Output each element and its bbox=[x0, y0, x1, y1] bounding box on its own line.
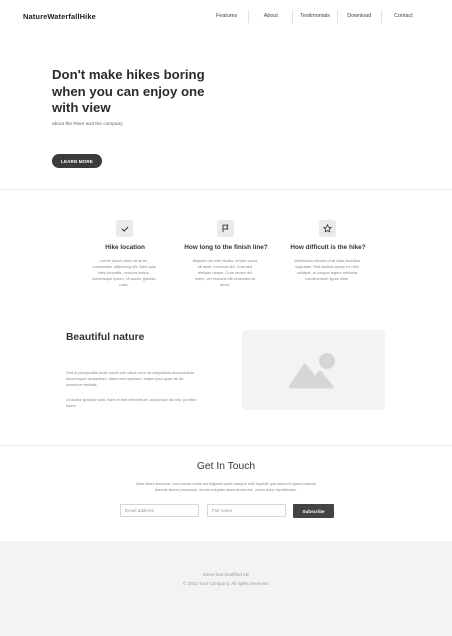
feature-title-location: Hike location bbox=[105, 244, 145, 251]
feature-title-duration: How long to the finish line? bbox=[184, 244, 268, 251]
nav-link-testimonials[interactable]: Testimonials bbox=[292, 10, 336, 23]
learn-more-button[interactable]: LEARN MORE bbox=[52, 154, 102, 168]
nature-title: Beautiful nature bbox=[66, 332, 145, 343]
nature-paragraph-2: Ut auctor gravida nulla. Nam et erat ele… bbox=[66, 397, 197, 408]
feature-text-difficulty: Vestibulum ultricies erat vitae faucibus… bbox=[294, 258, 360, 281]
email-field[interactable]: Email address bbox=[120, 504, 199, 517]
star-icon bbox=[319, 220, 336, 237]
nature-paragraph-1: Sed ut perspiciatis unde omnis iste natu… bbox=[66, 370, 195, 387]
subscribe-button[interactable]: Subscribe bbox=[293, 504, 334, 518]
check-icon bbox=[116, 220, 133, 237]
feature-title-difficulty: How difficult is the hike? bbox=[290, 244, 366, 251]
feature-text-location: Lorem ipsum dolor sit amet, consectetur … bbox=[92, 258, 156, 287]
name-field[interactable]: Full name bbox=[207, 504, 286, 517]
nav-link-download[interactable]: Download bbox=[336, 10, 381, 23]
section-divider bbox=[0, 445, 452, 446]
nav-link-about[interactable]: About bbox=[248, 10, 292, 23]
section-divider bbox=[0, 189, 452, 190]
footer-copyright: © 2021 Your Company. All rights reserved… bbox=[182, 581, 270, 586]
hero-subtitle: about the River and the company bbox=[52, 122, 123, 127]
flag-icon bbox=[217, 220, 234, 237]
footer bbox=[0, 541, 452, 636]
contact-text: Nam libero tempore, cum soluta nobis est… bbox=[136, 481, 316, 492]
feature-text-duration: Aliquam vel nibh iaculis, ornare purus s… bbox=[192, 258, 258, 287]
hero-title: Don't make hikes boring when you can enj… bbox=[52, 67, 205, 116]
image-placeholder-icon bbox=[288, 353, 335, 389]
footer-note: Some last modified etc bbox=[202, 572, 250, 577]
nature-image-placeholder bbox=[242, 330, 385, 410]
nav-link-contact[interactable]: Contact bbox=[380, 10, 425, 23]
contact-title: Get In Touch bbox=[196, 461, 256, 472]
nav-link-features[interactable]: Features bbox=[205, 10, 248, 23]
top-nav: Features About Testimonials Download Con… bbox=[205, 10, 425, 23]
brand-logo-text[interactable]: NatureWaterfallHike bbox=[23, 12, 96, 21]
